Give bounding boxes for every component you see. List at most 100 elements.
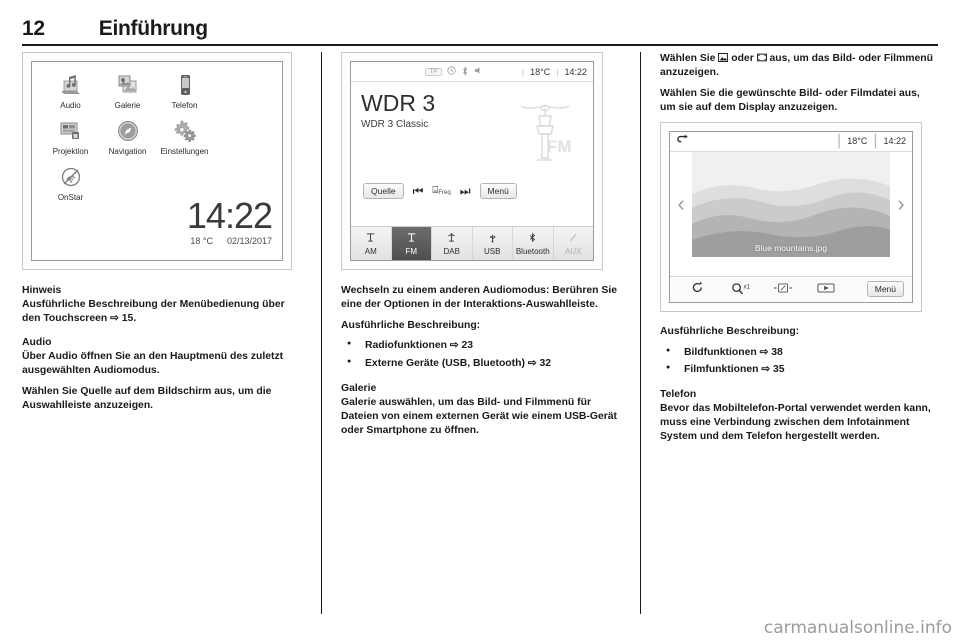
home-tile-label: Telefon — [171, 101, 198, 110]
bullet-text: Radiofunktionen — [365, 340, 447, 352]
gallery-temperature: 18°C — [847, 136, 868, 147]
home-tile-audio[interactable]: Audio — [42, 70, 99, 110]
rotate-icon[interactable] — [678, 281, 717, 297]
home-temperature: 18 °C — [190, 236, 213, 246]
source-tab-bluetooth[interactable]: Bluetooth — [513, 227, 554, 260]
bullet-text: Externe Geräte (USB, Bluetooth) — [365, 358, 525, 370]
right-paragraph-2: Wählen Sie die gewünschte Bild- oder Fil… — [660, 88, 920, 113]
home-tile-navigation[interactable]: Navigation — [99, 116, 156, 156]
clock-icon — [447, 66, 456, 77]
home-clock-widget: 14:22 18 °C 02/13/2017 — [187, 197, 273, 246]
source-tab-label: AUX — [565, 246, 582, 256]
source-tab-aux[interactable]: AUX — [554, 227, 594, 260]
right-paragraph-1: Wählen Sie oder aus, um das Bild- oder F… — [660, 52, 938, 80]
ref-arrow-icon: ⇨ — [449, 340, 459, 352]
ref-arrow-icon: ⇨ — [761, 364, 771, 376]
gallery-paragraph-1: Galerie auswählen, um das Bild- und Film… — [341, 396, 618, 436]
source-tab-am[interactable]: AM — [351, 227, 392, 260]
middle-column-text: Wechseln zu einem anderen Audiomodus: Be… — [341, 284, 619, 437]
onstar-icon — [42, 162, 99, 192]
source-tab-label: AM — [364, 246, 377, 256]
figure-home-screen: Audio Galerie Telefon Projektion Navigat… — [22, 52, 292, 270]
radio-screen[interactable]: TP | 18°C | 14:22 WDR 3 WDR 3 Classic FM… — [350, 61, 594, 261]
skip-previous-icon[interactable]: ⏮ — [413, 185, 424, 197]
left-column-text: Hinweis Ausführliche Beschreibung der Me… — [22, 284, 300, 413]
audio-paragraph-2: Wählen Sie Quelle auf dem Bildschirm aus… — [22, 385, 272, 411]
source-tab-fm[interactable]: FM — [391, 227, 432, 260]
bullet-text: Filmfunktionen — [684, 364, 759, 376]
fit-to-screen-icon[interactable] — [764, 282, 803, 297]
column-middle: TP | 18°C | 14:22 WDR 3 WDR 3 Classic FM… — [341, 52, 619, 614]
radio-time: 14:22 — [564, 66, 587, 77]
middle-bullet-list: Radiofunktionen ⇨ 23 Externe Geräte (USB… — [341, 339, 619, 371]
film-icon — [756, 53, 767, 66]
picture-icon — [718, 53, 729, 66]
projection-icon — [42, 116, 99, 146]
gallery-icon — [99, 70, 156, 100]
status-separator: | — [521, 66, 525, 77]
right-p1-part-a: Wählen Sie — [660, 53, 716, 64]
dab-antenna-icon — [446, 232, 457, 246]
note-block: Hinweis Ausführliche Beschreibung der Me… — [22, 284, 300, 325]
phone-heading: Telefon — [660, 389, 697, 401]
svg-text:FM: FM — [547, 137, 572, 156]
source-button[interactable]: Quelle — [363, 183, 404, 199]
column-left: Audio Galerie Telefon Projektion Navigat… — [22, 52, 300, 614]
home-screen-tile-grid: Audio Galerie Telefon Projektion Navigat… — [42, 70, 214, 208]
status-separator-2: | — [556, 66, 559, 77]
gallery-screen[interactable]: | 18°C | 14:22 ‹ Blue mountains.jpg › x1… — [669, 130, 913, 303]
right-column-text-bottom: Ausführliche Beschreibung: Bildfunktione… — [660, 325, 938, 444]
note-ref-page: 15 — [121, 312, 134, 324]
skip-next-icon[interactable]: ⏭ — [460, 185, 471, 197]
bluetooth-icon — [527, 232, 538, 246]
ref-arrow-icon: ⇨ — [759, 346, 769, 358]
home-screen[interactable]: Audio Galerie Telefon Projektion Navigat… — [31, 61, 283, 261]
menu-button[interactable]: Menü — [479, 183, 517, 199]
status-separator-2: | — [873, 132, 878, 150]
mute-icon — [474, 66, 484, 77]
slideshow-play-icon[interactable] — [807, 282, 846, 297]
fm-tower-logo-icon: FM — [509, 96, 581, 168]
status-separator: | — [837, 132, 842, 150]
bullet-reference: ⇨ 38 — [760, 347, 783, 358]
figure-gallery-screen: | 18°C | 14:22 ‹ Blue mountains.jpg › x1… — [660, 121, 922, 312]
chevron-right-icon[interactable]: › — [890, 193, 912, 215]
tp-icon: TP — [424, 67, 443, 76]
chevron-left-icon[interactable]: ‹ — [670, 193, 692, 215]
ref-arrow-icon: ⇨ — [527, 358, 537, 370]
status-right-group: | 18°C | 14:22 — [522, 67, 587, 77]
audio-icon — [42, 70, 99, 100]
gallery-time: 14:22 — [883, 136, 906, 147]
antenna-icon — [365, 232, 376, 246]
zoom-level-label: x1 — [743, 284, 750, 291]
figure-radio-screen: TP | 18°C | 14:22 WDR 3 WDR 3 Classic FM… — [341, 52, 603, 270]
bluetooth-icon — [461, 65, 469, 78]
radio-temperature: 18°C — [530, 66, 551, 77]
back-arrow-icon[interactable] — [676, 134, 702, 149]
radio-control-bar: Quelle ⏮ ⌸ Freq ⏭ Menü — [363, 183, 517, 199]
frequency-keypad-icon[interactable]: ⌸ Freq — [432, 186, 451, 197]
list-item: Radiofunktionen ⇨ 23 — [341, 339, 619, 353]
settings-gear-icon — [156, 116, 213, 146]
bullet-reference: ⇨ 35 — [761, 364, 784, 375]
freq-label: Freq — [438, 190, 451, 196]
ref-arrow-icon: ⇨ — [110, 312, 119, 324]
home-tile-einstellungen[interactable]: Einstellungen — [156, 116, 213, 156]
home-tile-telefon[interactable]: Telefon — [156, 70, 213, 110]
home-tile-projektion[interactable]: Projektion — [42, 116, 99, 156]
bullet-reference: ⇨ 23 — [450, 340, 473, 351]
source-tab-dab[interactable]: DAB — [432, 227, 473, 260]
right-bullet-list: Bildfunktionen ⇨ 38 Filmfunktionen ⇨ 35 — [660, 346, 938, 378]
menu-button[interactable]: Menü — [866, 281, 904, 298]
note-text: Ausführliche Beschreibung der Menübedien… — [22, 298, 300, 326]
audio-heading: Audio — [22, 337, 52, 349]
zoom-icon[interactable]: x1 — [721, 282, 760, 296]
note-reference: ⇨ 15. — [110, 312, 137, 324]
source-tab-label: USB — [484, 246, 501, 256]
source-tab-usb[interactable]: USB — [473, 227, 513, 260]
gallery-photo[interactable]: Blue mountains.jpg — [692, 151, 890, 257]
home-tile-onstar[interactable]: OnStar — [42, 162, 99, 202]
audio-paragraph-1: Über Audio öffnen Sie an den Hauptmenü d… — [22, 351, 284, 377]
home-tile-galerie[interactable]: Galerie — [99, 70, 156, 110]
column-right: Wählen Sie oder aus, um das Bild- oder F… — [660, 52, 938, 614]
